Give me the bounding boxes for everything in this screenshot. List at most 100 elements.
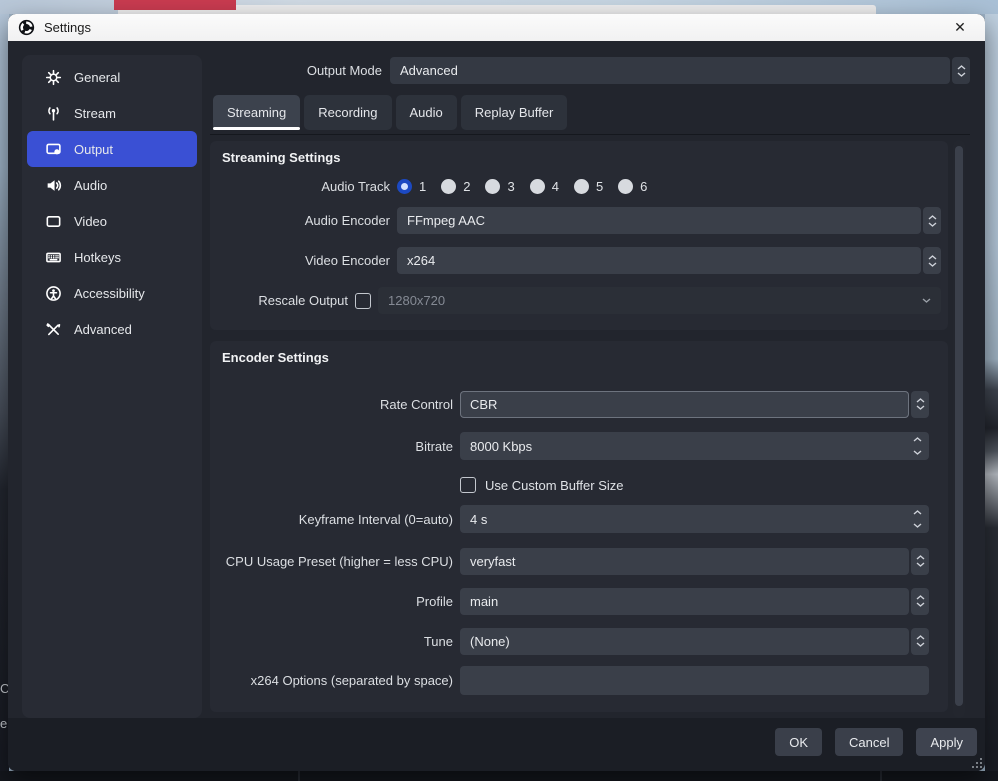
radio-track-6[interactable]	[618, 179, 633, 194]
spinner-up-icon	[916, 635, 925, 640]
footer: OK Cancel Apply	[8, 718, 985, 771]
tools-icon	[45, 321, 62, 338]
custom-buffer-checkbox[interactable]	[460, 477, 476, 493]
spinner-up-icon	[916, 398, 925, 403]
sidebar-item-label: Hotkeys	[74, 250, 121, 265]
output-mode-label: Output Mode	[210, 63, 382, 78]
tune-combobox[interactable]: (None)	[460, 628, 929, 655]
spinner-up-icon	[928, 255, 937, 260]
sidebar-item-label: Audio	[74, 178, 107, 193]
spinner-up-icon	[916, 555, 925, 560]
scrollbar-thumb[interactable]	[955, 146, 963, 706]
bitrate-spinbox[interactable]: 8000 Kbps	[460, 432, 929, 460]
rescale-output-label: Rescale Output	[218, 293, 348, 308]
video-encoder-combobox[interactable]: x264	[397, 247, 941, 274]
sidebar-item-video[interactable]: Video	[27, 203, 197, 239]
radio-track-4[interactable]	[530, 179, 545, 194]
combo-spinner[interactable]	[952, 57, 970, 84]
tab-audio[interactable]: Audio	[396, 95, 457, 130]
rescale-resolution-combobox[interactable]: 1280x720	[378, 287, 941, 314]
output-mode-combobox[interactable]: Advanced	[390, 57, 970, 84]
desktop-bottom-strip	[0, 771, 998, 781]
encoder-settings-title: Encoder Settings	[222, 350, 329, 365]
cpu-preset-row: CPU Usage Preset (higher = less CPU) ver…	[218, 547, 929, 575]
combo-spinner[interactable]	[911, 628, 929, 655]
obs-logo-icon	[18, 19, 35, 36]
sidebar-item-general[interactable]: General	[27, 59, 197, 95]
spinner-down-icon	[913, 450, 922, 455]
chevron-down-icon	[922, 298, 931, 303]
spinner-up-icon	[916, 595, 925, 600]
audio-encoder-combobox[interactable]: FFmpeg AAC	[397, 207, 941, 234]
radio-track-3[interactable]	[485, 179, 500, 194]
spin-arrows[interactable]	[913, 505, 922, 533]
background-red-fragment	[114, 0, 236, 10]
cpu-preset-combobox[interactable]: veryfast	[460, 548, 929, 575]
ok-button[interactable]: OK	[775, 728, 822, 756]
close-icon[interactable]: ✕	[945, 19, 975, 36]
apply-button[interactable]: Apply	[916, 728, 977, 756]
spinner-down-icon	[928, 222, 937, 227]
combo-spinner[interactable]	[911, 588, 929, 615]
x264-options-label: x264 Options (separated by space)	[218, 673, 453, 688]
sidebar-item-hotkeys[interactable]: Hotkeys	[27, 239, 197, 275]
screen: Ca er Settings ✕ General	[0, 0, 998, 781]
combo-spinner[interactable]	[911, 548, 929, 575]
scrollbar[interactable]	[953, 140, 965, 718]
keyframe-interval-row: Keyframe Interval (0=auto) 4 s	[218, 505, 929, 533]
keyframe-interval-label: Keyframe Interval (0=auto)	[218, 512, 453, 527]
cpu-preset-label: CPU Usage Preset (higher = less CPU)	[218, 554, 453, 569]
speaker-icon	[45, 177, 62, 194]
settings-window: Settings ✕ General Stream	[8, 14, 985, 771]
spinner-up-icon	[913, 510, 922, 515]
output-icon	[45, 141, 62, 158]
combo-spinner[interactable]	[911, 391, 929, 418]
spin-arrows[interactable]	[913, 432, 922, 460]
sidebar-item-label: Advanced	[74, 322, 132, 337]
spinner-up-icon	[913, 437, 922, 442]
spinner-up-icon	[928, 215, 937, 220]
audio-track-label: Audio Track	[218, 179, 390, 194]
sidebar-item-label: General	[74, 70, 120, 85]
sidebar-item-stream[interactable]: Stream	[27, 95, 197, 131]
cancel-button[interactable]: Cancel	[835, 728, 903, 756]
profile-combobox[interactable]: main	[460, 588, 929, 615]
keyframe-interval-spinbox[interactable]: 4 s	[460, 505, 929, 533]
streaming-settings-panel: Streaming Settings Audio Track 1 2 3 4 5…	[210, 141, 948, 330]
rate-control-row: Rate Control CBR	[218, 390, 929, 418]
sidebar: General Stream Output	[22, 55, 202, 718]
tab-streaming[interactable]: Streaming	[213, 95, 300, 130]
gear-icon	[45, 69, 62, 86]
radio-track-1[interactable]	[397, 179, 412, 194]
rate-control-combobox[interactable]: CBR	[460, 391, 929, 418]
background-divider	[298, 771, 300, 781]
radio-track-5[interactable]	[574, 179, 589, 194]
encoder-settings-panel: Encoder Settings Rate Control CBR Bitrat…	[210, 341, 948, 712]
sidebar-item-label: Video	[74, 214, 107, 229]
bitrate-row: Bitrate 8000 Kbps	[218, 432, 929, 460]
bitrate-label: Bitrate	[218, 439, 453, 454]
spinner-down-icon	[957, 72, 966, 77]
tab-replay-buffer[interactable]: Replay Buffer	[461, 95, 568, 130]
custom-buffer-label: Use Custom Buffer Size	[485, 478, 623, 493]
x264-options-input[interactable]	[460, 666, 929, 695]
background-divider	[880, 771, 882, 781]
profile-row: Profile main	[218, 587, 929, 615]
sidebar-item-advanced[interactable]: Advanced	[27, 311, 197, 347]
rescale-output-checkbox[interactable]	[355, 293, 371, 309]
titlebar[interactable]: Settings ✕	[8, 14, 985, 41]
sidebar-item-audio[interactable]: Audio	[27, 167, 197, 203]
resize-grip[interactable]	[972, 758, 982, 768]
output-mode-row: Output Mode Advanced	[210, 57, 970, 84]
output-mode-value: Advanced	[400, 63, 458, 78]
tab-recording[interactable]: Recording	[304, 95, 391, 130]
sidebar-item-accessibility[interactable]: Accessibility	[27, 275, 197, 311]
spinner-down-icon	[916, 642, 925, 647]
combo-spinner[interactable]	[923, 207, 941, 234]
spinner-down-icon	[916, 602, 925, 607]
rescale-output-row: Rescale Output 1280x720	[218, 287, 941, 314]
sidebar-item-label: Stream	[74, 106, 116, 121]
sidebar-item-output[interactable]: Output	[27, 131, 197, 167]
radio-track-2[interactable]	[441, 179, 456, 194]
combo-spinner[interactable]	[923, 247, 941, 274]
